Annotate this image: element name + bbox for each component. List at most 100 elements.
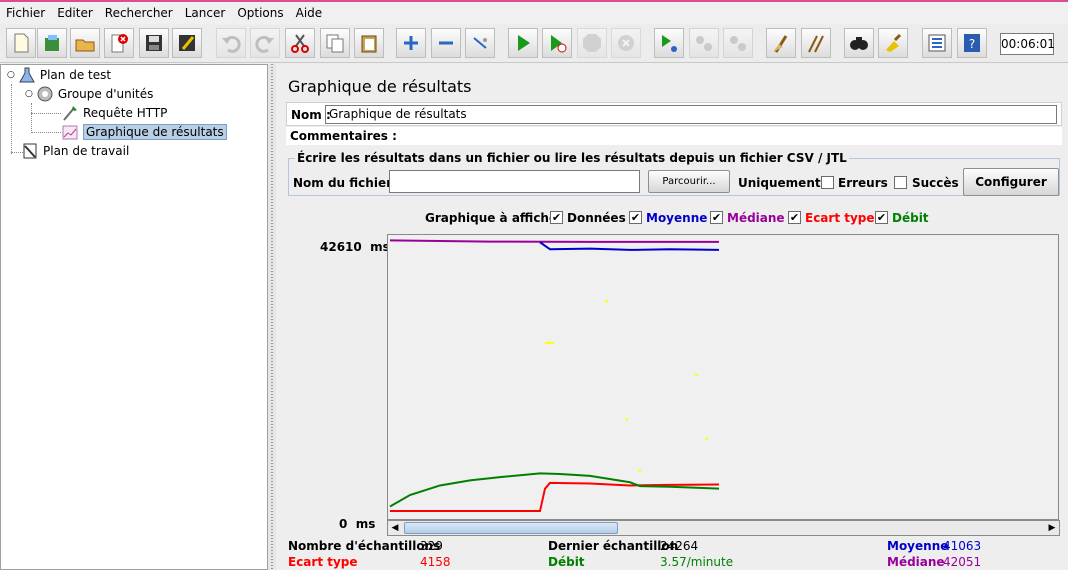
filename-input[interactable] <box>389 170 640 193</box>
tree-item-thread-group[interactable]: ○ Groupe d'unités <box>25 85 153 103</box>
collapse-button[interactable] <box>431 28 461 58</box>
stop-button[interactable] <box>577 28 607 58</box>
copy-icon <box>326 34 344 53</box>
y-axis-max-label: 42610 ms <box>320 240 390 254</box>
average-checkbox[interactable]: ✔ <box>629 211 642 224</box>
deviation-option-label: Ecart type <box>805 211 875 225</box>
start-icon <box>518 35 530 51</box>
start-no-pause-button[interactable] <box>542 28 572 58</box>
file-fieldset-legend: Écrire les résultats dans un fichier ou … <box>295 151 849 165</box>
copy-button[interactable] <box>320 28 350 58</box>
data-point-5 <box>638 469 641 472</box>
save-as-icon <box>179 35 195 51</box>
function-helper-button[interactable] <box>922 28 952 58</box>
remote-shutdown-button[interactable] <box>723 28 753 58</box>
templates-button[interactable] <box>37 28 67 58</box>
remote-stop-button[interactable] <box>689 28 719 58</box>
throughput-value: 3.57/minute <box>660 555 734 569</box>
errors-checkbox[interactable] <box>821 176 834 189</box>
reset-search-button[interactable] <box>878 28 908 58</box>
clear-all-button[interactable] <box>801 28 831 58</box>
deviation-label: Ecart type <box>288 555 358 569</box>
save-icon <box>146 35 162 51</box>
node-expanded-icon: ○ <box>25 89 33 99</box>
new-button[interactable] <box>6 28 36 58</box>
success-checkbox[interactable] <box>894 176 907 189</box>
last-sample-label: Dernier échantillon <box>548 539 679 553</box>
results-graph <box>389 239 720 512</box>
menu-options[interactable]: Options <box>231 6 289 20</box>
start-button[interactable] <box>508 28 538 58</box>
search-button[interactable] <box>844 28 874 58</box>
collapse-icon <box>439 41 453 45</box>
menu-aide[interactable]: Aide <box>290 6 329 20</box>
cut-button[interactable] <box>285 28 315 58</box>
function-helper-icon <box>928 34 946 52</box>
expand-button[interactable] <box>396 28 426 58</box>
median-option-label: Médiane <box>727 211 785 225</box>
clear-all-icon <box>808 35 824 53</box>
undo-button[interactable] <box>216 28 246 58</box>
data-point-0 <box>605 300 608 303</box>
panel-splitter[interactable] <box>268 64 276 570</box>
reset-search-icon <box>886 33 902 52</box>
save-button[interactable] <box>139 28 169 58</box>
remote-start-icon <box>662 35 677 52</box>
menu-lancer[interactable]: Lancer <box>179 6 232 20</box>
tree-item-label: Plan de travail <box>43 144 130 158</box>
scroll-left-icon[interactable]: ◀ <box>388 521 402 535</box>
expand-icon <box>404 36 418 50</box>
graph-horizontal-scrollbar[interactable]: ◀ ▶ <box>387 520 1060 536</box>
graph-results-icon <box>62 125 78 140</box>
menu-editer[interactable]: Editer <box>51 6 99 20</box>
open-button[interactable] <box>70 28 100 58</box>
menu-fichier[interactable]: Fichier <box>0 6 51 20</box>
deviation-value: 4158 <box>420 555 451 569</box>
templates-icon <box>45 35 59 51</box>
y-min-value: 0 <box>339 517 348 531</box>
tree-item-http-request[interactable]: Requête HTTP <box>61 104 167 122</box>
tree-item-graph-results[interactable]: Graphique de résultats <box>61 123 227 141</box>
throughput-option-label: Débit <box>892 211 929 225</box>
menu-rechercher[interactable]: Rechercher <box>99 6 179 20</box>
last-sample-value: 24264 <box>660 539 699 553</box>
close-button[interactable] <box>104 28 134 58</box>
start-no-pause-icon <box>551 35 567 53</box>
toggle-button[interactable] <box>465 28 495 58</box>
filename-label: Nom du fichier : <box>293 176 401 190</box>
redo-button[interactable] <box>250 28 280 58</box>
tree-item-test-plan[interactable]: ○ Plan de test <box>7 66 111 84</box>
y-max-value: 42610 <box>320 240 362 254</box>
shutdown-button[interactable] <box>611 28 641 58</box>
save-as-button[interactable] <box>172 28 202 58</box>
throughput-checkbox[interactable]: ✔ <box>875 211 888 224</box>
browse-button[interactable]: Parcourir... <box>648 170 730 193</box>
paste-button[interactable] <box>354 28 384 58</box>
average-option-label: Moyenne <box>646 211 708 225</box>
test-plan-icon <box>19 67 35 83</box>
tree-item-workbench[interactable]: Plan de travail <box>21 142 129 160</box>
remote-shutdown-icon <box>730 36 746 51</box>
y-unit: ms <box>355 517 376 531</box>
data-checkbox[interactable]: ✔ <box>550 211 563 224</box>
name-field[interactable]: Graphique de résultats <box>325 105 1057 124</box>
remote-start-button[interactable] <box>654 28 684 58</box>
shutdown-icon <box>618 35 634 51</box>
deviation-checkbox[interactable]: ✔ <box>788 211 801 224</box>
comments-label: Commentaires : <box>290 129 397 143</box>
menu-bar: Fichier Editer Rechercher Lancer Options… <box>0 0 1068 24</box>
remote-stop-icon <box>696 36 712 51</box>
help-button[interactable]: ? <box>957 28 987 58</box>
name-row: Nom : Graphique de résultats <box>286 102 1062 126</box>
median-checkbox[interactable]: ✔ <box>710 211 723 224</box>
toggle-icon <box>473 37 487 49</box>
clear-button[interactable] <box>766 28 796 58</box>
scrollbar-thumb[interactable] <box>404 522 618 534</box>
samples-label: Nombre d'échantillons <box>288 539 441 553</box>
tree-item-label: Plan de test <box>39 68 112 82</box>
paste-icon <box>361 35 377 53</box>
median-label: Médiane <box>887 555 945 569</box>
scroll-right-icon[interactable]: ▶ <box>1045 521 1059 535</box>
configure-button[interactable]: Configurer <box>963 168 1059 196</box>
elapsed-timer: 00:06:01 <box>1000 33 1055 55</box>
